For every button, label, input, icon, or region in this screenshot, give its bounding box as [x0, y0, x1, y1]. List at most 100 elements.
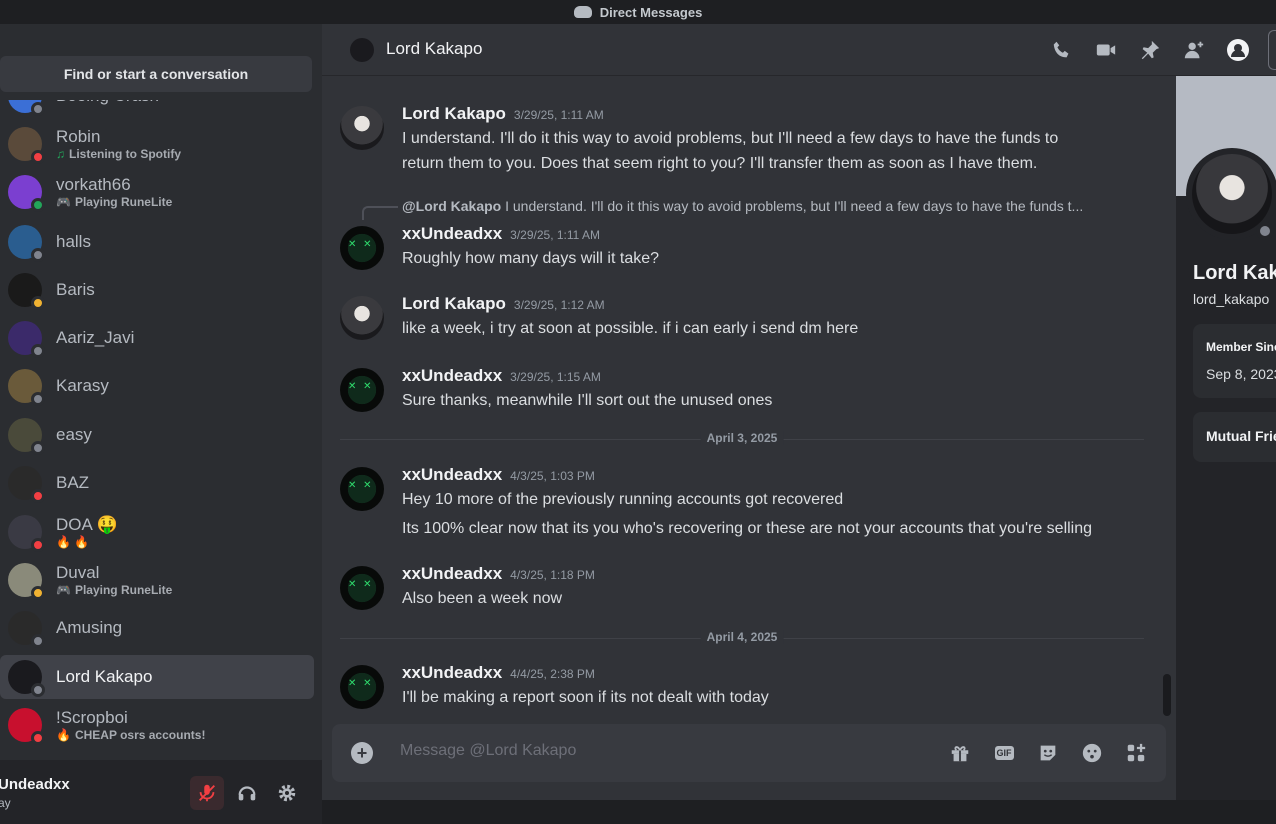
- status-indicator: [31, 296, 45, 310]
- message-text: Its 100% clear now that its you who's re…: [402, 520, 1093, 537]
- message-avatar[interactable]: [340, 566, 384, 610]
- muted-mic-icon: [199, 784, 215, 802]
- add-friends-button[interactable]: [1182, 38, 1206, 62]
- voice-call-button[interactable]: [1050, 38, 1074, 62]
- message-timestamp: 3/29/25, 1:11 AM: [510, 228, 601, 242]
- message-timestamp: 3/29/25, 1:11 AM: [513, 108, 604, 122]
- status-indicator: [31, 586, 45, 600]
- gif-icon: GIF: [994, 746, 1014, 760]
- message-author[interactable]: xxUndeadxx: [402, 366, 502, 385]
- dm-item[interactable]: easy: [0, 413, 314, 457]
- status-indicator: [31, 683, 45, 697]
- profile-icon: [1227, 39, 1249, 61]
- attach-button[interactable]: +: [351, 742, 373, 764]
- dm-avatar: [8, 321, 45, 358]
- dm-item[interactable]: Baris: [0, 268, 314, 312]
- pin-icon: [1141, 40, 1160, 60]
- gift-button[interactable]: [948, 741, 972, 765]
- reply-preview[interactable]: @Lord Kakapo I understand. I'll do it th…: [402, 198, 1142, 214]
- user-settings-button[interactable]: [270, 776, 304, 810]
- message-avatar[interactable]: [340, 665, 384, 709]
- dm-name: BAZ: [56, 473, 90, 492]
- dm-item[interactable]: Amusing: [0, 606, 314, 650]
- dm-activity-text: Listening to Spotify: [69, 147, 181, 161]
- gear-icon: [278, 784, 296, 802]
- message-text: Hey 10 more of the previously running ac…: [402, 491, 844, 508]
- sticker-icon: [1040, 745, 1056, 761]
- message-timestamp: 4/3/25, 1:03 PM: [510, 469, 595, 483]
- date-label: April 3, 2025: [700, 431, 784, 445]
- status-indicator: [31, 392, 45, 406]
- dm-item[interactable]: Robin ♫ Listening to Spotify: [0, 122, 314, 166]
- message-author[interactable]: xxUndeadxx: [402, 663, 502, 682]
- reply-text: I understand. I'll do it this way to avo…: [505, 198, 1084, 214]
- message-timestamp: 4/3/25, 1:18 PM: [510, 568, 595, 582]
- dm-item[interactable]: BAZ: [0, 461, 314, 505]
- mute-button[interactable]: [190, 776, 224, 810]
- message-author[interactable]: Lord Kakapo: [402, 294, 506, 313]
- apps-button[interactable]: [1124, 741, 1148, 765]
- message-avatar[interactable]: [340, 106, 384, 150]
- mutual-friends-card[interactable]: Mutual Friends: [1193, 412, 1276, 462]
- dm-item[interactable]: DOA 🤑 🔥 🔥: [0, 510, 314, 554]
- message-author[interactable]: xxUndeadxx: [402, 564, 502, 583]
- date-divider: April 4, 2025: [340, 630, 1144, 644]
- dm-item[interactable]: Duval 🎮 Playing RuneLite: [0, 558, 314, 602]
- dm-name: halls: [56, 232, 91, 251]
- find-conversation-button[interactable]: Find or start a conversation: [0, 56, 312, 92]
- video-call-button[interactable]: [1094, 38, 1118, 62]
- message-input[interactable]: [400, 742, 920, 760]
- profile-username: lord_kakapo: [1193, 291, 1270, 307]
- dm-name: Amusing: [56, 618, 123, 637]
- message-author[interactable]: xxUndeadxx: [402, 465, 502, 484]
- headphones-icon: [238, 786, 256, 801]
- message-avatar[interactable]: [340, 467, 384, 511]
- dm-list: Boeing Crash Robin♫ Listening to Spotify vo…: [0, 100, 322, 760]
- dm-activity: 🎮 Playing RuneLite: [56, 195, 172, 209]
- gif-button[interactable]: GIF: [992, 741, 1016, 765]
- sticker-button[interactable]: [1036, 741, 1060, 765]
- dm-activity: 🔥 CHEAP osrs accounts!: [56, 728, 205, 742]
- message-avatar[interactable]: [340, 226, 384, 270]
- message-avatar[interactable]: [340, 296, 384, 340]
- member-since-card: Member Since Sep 8, 2023: [1193, 324, 1276, 398]
- chat-header: Lord Kakapo: [322, 24, 1276, 76]
- activity-icon: ♫: [56, 147, 65, 161]
- dm-activity: ♫ Listening to Spotify: [56, 147, 181, 161]
- pinned-messages-button[interactable]: [1138, 38, 1162, 62]
- message-author[interactable]: xxUndeadxx: [402, 224, 502, 243]
- dm-item[interactable]: !Scropboi 🔥 CHEAP osrs accounts!: [0, 703, 314, 747]
- dm-activity: 🔥 🔥: [56, 535, 118, 549]
- dm-name: vorkath66: [56, 175, 131, 194]
- dm-activity-text: Playing RuneLite: [74, 583, 173, 597]
- header-title[interactable]: Lord Kakapo: [386, 39, 482, 59]
- message-text: I'll be making a report soon if its not …: [402, 689, 769, 706]
- dm-item[interactable]: Boeing Crash: [0, 100, 314, 118]
- message-avatar[interactable]: [340, 368, 384, 412]
- dm-avatar: [8, 273, 45, 310]
- dm-item[interactable]: Karasy: [0, 364, 314, 408]
- dm-avatar: [8, 515, 45, 552]
- user-profile-toggle[interactable]: [1226, 38, 1250, 62]
- dm-name: DOA 🤑: [56, 515, 118, 534]
- user-status: ay: [0, 796, 11, 810]
- message-composer: + GIF: [332, 724, 1166, 782]
- member-since-value: Sep 8, 2023: [1206, 366, 1276, 382]
- deafen-button[interactable]: [230, 776, 264, 810]
- dm-item[interactable]: halls: [0, 220, 314, 264]
- emoji-button[interactable]: [1080, 741, 1104, 765]
- emoji-icon: [1082, 743, 1102, 763]
- window-titlebar: Direct Messages: [0, 0, 1276, 24]
- dm-avatar: [8, 611, 45, 648]
- dm-item[interactable]: vorkath66 🎮 Playing RuneLite: [0, 170, 314, 214]
- mutual-friends-label: Mutual Friends: [1206, 428, 1276, 444]
- profile-display-name: Lord Kakapo: [1193, 262, 1276, 284]
- search-box-edge[interactable]: [1268, 30, 1276, 70]
- profile-status-indicator: [1256, 222, 1274, 240]
- dm-item[interactable]: Lord Kakapo: [0, 655, 314, 699]
- message-scrollbar[interactable]: [1163, 674, 1171, 716]
- dm-item[interactable]: Aariz_Javi: [0, 316, 314, 360]
- status-indicator: [31, 344, 45, 358]
- header-avatar[interactable]: [350, 38, 374, 62]
- message-author[interactable]: Lord Kakapo: [402, 104, 506, 123]
